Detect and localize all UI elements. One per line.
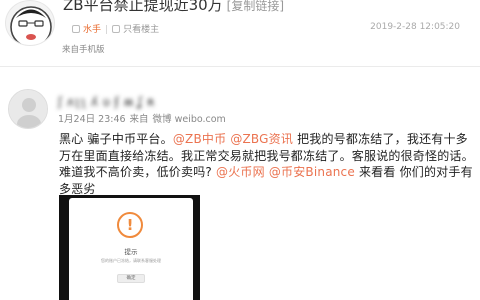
mention-link[interactable]: @币安Binance bbox=[269, 165, 355, 179]
weibo-client[interactable]: 微博 weibo.com bbox=[153, 114, 226, 125]
mention-link[interactable]: @ZB中币 bbox=[173, 132, 226, 146]
filter-icon bbox=[112, 25, 121, 33]
weibo-body: 黑心 骗子中币平台。@ZB中币 @ZBG资讯 把我的号都冻结了，我还有十多万在里… bbox=[59, 131, 479, 197]
default-user-icon bbox=[9, 90, 47, 128]
mention-link[interactable]: @ZBG资讯 bbox=[230, 132, 293, 146]
author-name[interactable]: 水手 bbox=[83, 25, 101, 35]
mention-link[interactable]: @火币网 bbox=[216, 165, 265, 179]
post-date: 2019-2-28 12:05:20 bbox=[370, 22, 460, 32]
divider bbox=[0, 66, 480, 67]
post-meta: 水手 | 只看楼主 bbox=[72, 22, 159, 35]
dialog-text: 您的账户已冻结，请联系客服处理 bbox=[101, 258, 161, 263]
post-title: ZB平台禁止提现近30万 [复制链接] bbox=[63, 0, 284, 15]
post-title-text: ZB平台禁止提现近30万 bbox=[63, 0, 223, 14]
author-icon bbox=[72, 25, 80, 33]
weibo-avatar[interactable] bbox=[8, 89, 48, 129]
cartoon-face-icon bbox=[10, 6, 52, 45]
weibo-from-label: 来自 bbox=[129, 114, 149, 125]
weibo-time[interactable]: 1月24日 23:46 bbox=[58, 114, 126, 125]
weibo-meta: 1月24日 23:46 来自 微博 weibo.com bbox=[58, 111, 230, 125]
weibo-card: ʃ ʌʅʅ ʎ ʋ ʄ ʍ ʆ ʀ 1月24日 23:46 来自 微博 weibo.… bbox=[0, 75, 480, 300]
weibo-username[interactable]: ʃ ʌʅʅ ʎ ʋ ʄ ʍ ʆ ʀ bbox=[58, 95, 155, 109]
avatar[interactable] bbox=[5, 0, 55, 46]
copy-link[interactable]: [复制链接] bbox=[227, 0, 284, 13]
warning-icon: ! bbox=[117, 212, 143, 238]
dialog-confirm-button: 确定 bbox=[117, 274, 145, 283]
freeze-dialog: ! 提示 您的账户已冻结，请联系客服处理 确定 bbox=[69, 198, 193, 300]
owner-only-link[interactable]: 只看楼主 bbox=[123, 25, 159, 35]
post-source: 来自手机版 bbox=[62, 45, 105, 55]
dialog-title: 提示 bbox=[124, 248, 138, 256]
embedded-screenshot[interactable]: ! 提示 您的账户已冻结，请联系客服处理 确定 bbox=[59, 195, 200, 300]
meta-separator: | bbox=[105, 25, 109, 35]
forum-post-header: ZB平台禁止提现近30万 [复制链接] 水手 | 只看楼主 2019-2-28 12:… bbox=[0, 0, 480, 74]
body-text: 黑心 骗子中币平台。 bbox=[59, 132, 173, 146]
